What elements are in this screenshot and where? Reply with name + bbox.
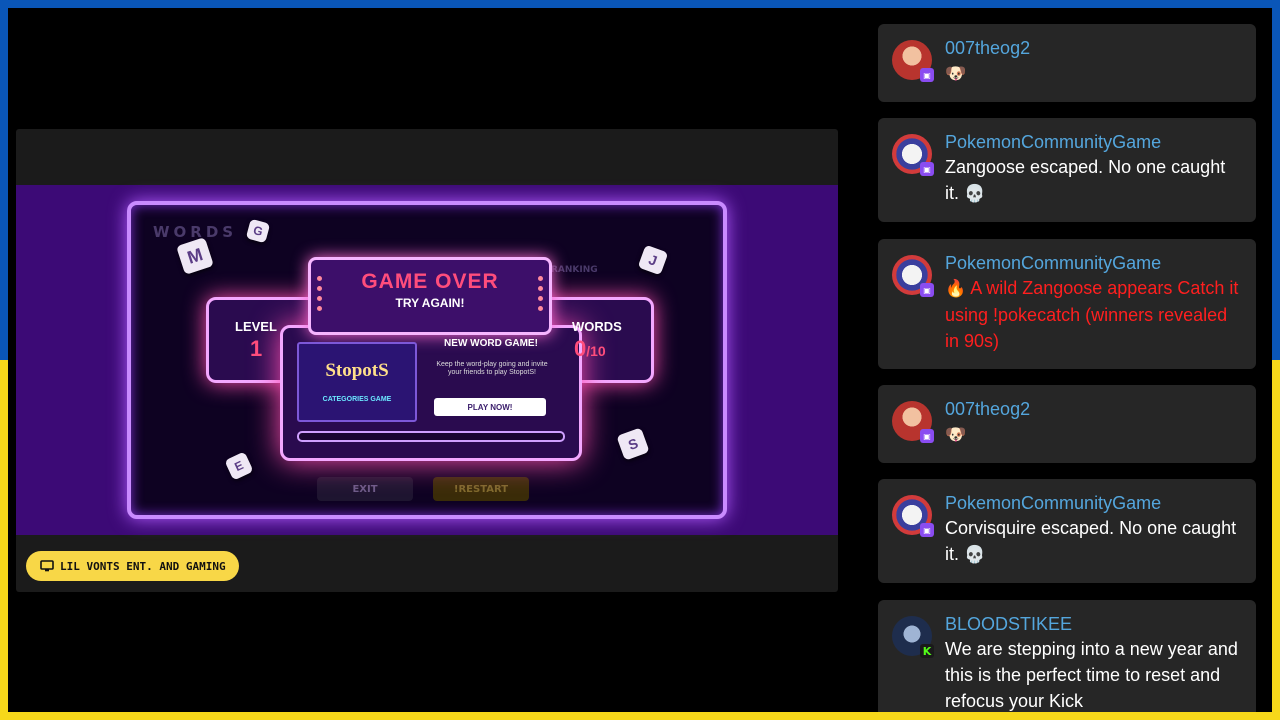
words-value: 0/10 [574, 336, 606, 361]
chat-message[interactable]: K BLOODSTIKEE We are stepping into a new… [878, 600, 1256, 712]
dog-emote-icon: 🐶 [945, 425, 967, 444]
chat-username[interactable]: PokemonCommunityGame [945, 130, 1242, 154]
game-over-title: GAME OVER [361, 270, 499, 293]
bg-game-logo: WORDS [153, 223, 238, 241]
try-again-subtitle: TRY AGAIN! [395, 296, 465, 310]
play-now-button[interactable]: PLAY NOW! [434, 398, 546, 416]
dog-emote-icon: 🐶 [945, 64, 967, 83]
game-screen[interactable]: WORDS RANKING EXIT !RESTART M G J S E LE… [16, 185, 838, 535]
chat-username[interactable]: BLOODSTIKEE [945, 612, 1242, 636]
chat-username[interactable]: 007theog2 [945, 397, 1242, 421]
twitch-icon: ▣ [920, 162, 934, 176]
promo-category: CATEGORIES GAME [322, 396, 392, 403]
monitor-icon [40, 560, 54, 572]
twitch-icon: ▣ [920, 68, 934, 82]
twitch-icon: ▣ [920, 429, 934, 443]
kick-icon: K [920, 644, 934, 658]
game-over-banner: GAME OVER TRY AGAIN! [308, 257, 552, 335]
chat-text: We are stepping into a new year and this… [945, 639, 1238, 711]
promo-title: NEW WORD GAME! [444, 338, 538, 349]
bg-restart-button: !RESTART [433, 477, 529, 501]
chat-text: Corvisquire escaped. No one caught it. 💀 [945, 518, 1237, 564]
chat-message[interactable]: ▣ PokemonCommunityGame 🔥 A wild Zangoose… [878, 239, 1256, 369]
twitch-icon: ▣ [920, 523, 934, 537]
progress-bar [297, 431, 565, 442]
level-label: LEVEL [235, 319, 277, 334]
flame-emote-icon: 🔥 [945, 279, 967, 298]
level-value: 1 [250, 336, 263, 361]
stopots-promo-image[interactable]: StopotS CATEGORIES GAME [297, 342, 417, 422]
stopots-logo: StopotS [325, 360, 389, 381]
chat-username[interactable]: PokemonCommunityGame [945, 491, 1242, 515]
chat-message[interactable]: ▣ PokemonCommunityGame Corvisquire escap… [878, 479, 1256, 583]
chat-text: 🐶 [945, 421, 1242, 448]
skull-emote-icon: 💀 [964, 184, 986, 203]
chat-message[interactable]: ▣ 007theog2 🐶 [878, 24, 1256, 102]
chat-text: 🐶 [945, 60, 1242, 87]
avatar[interactable]: ▣ [892, 134, 934, 176]
channel-name: LIL VONTS ENT. AND GAMING [60, 559, 226, 573]
avatar[interactable]: ▣ [892, 495, 934, 537]
chat-text: Zangoose escaped. No one caught it. 💀 [945, 157, 1226, 203]
chat-message[interactable]: ▣ PokemonCommunityGame Zangoose escaped.… [878, 118, 1256, 222]
avatar[interactable]: ▣ [892, 401, 934, 443]
avatar[interactable]: ▣ [892, 255, 934, 297]
channel-badge[interactable]: LIL VONTS ENT. AND GAMING [26, 551, 239, 581]
chat-message[interactable]: ▣ 007theog2 🐶 [878, 385, 1256, 463]
twitch-icon: ▣ [920, 283, 934, 297]
words-label: WORDS [572, 319, 622, 334]
chat-text-alert: 🔥 A wild Zangoose appears Catch it using… [945, 278, 1239, 351]
chat-username[interactable]: PokemonCommunityGame [945, 251, 1242, 275]
avatar[interactable]: ▣ [892, 40, 934, 82]
stream-player[interactable]: WORDS RANKING EXIT !RESTART M G J S E LE… [16, 129, 838, 592]
skull-emote-icon: 💀 [964, 545, 986, 564]
bg-exit-button: EXIT [317, 477, 413, 501]
chat-username[interactable]: 007theog2 [945, 36, 1242, 60]
promo-description: Keep the word-play going and invite your… [436, 361, 548, 376]
avatar[interactable]: K [892, 616, 934, 658]
bg-ranking-label: RANKING [551, 265, 598, 275]
